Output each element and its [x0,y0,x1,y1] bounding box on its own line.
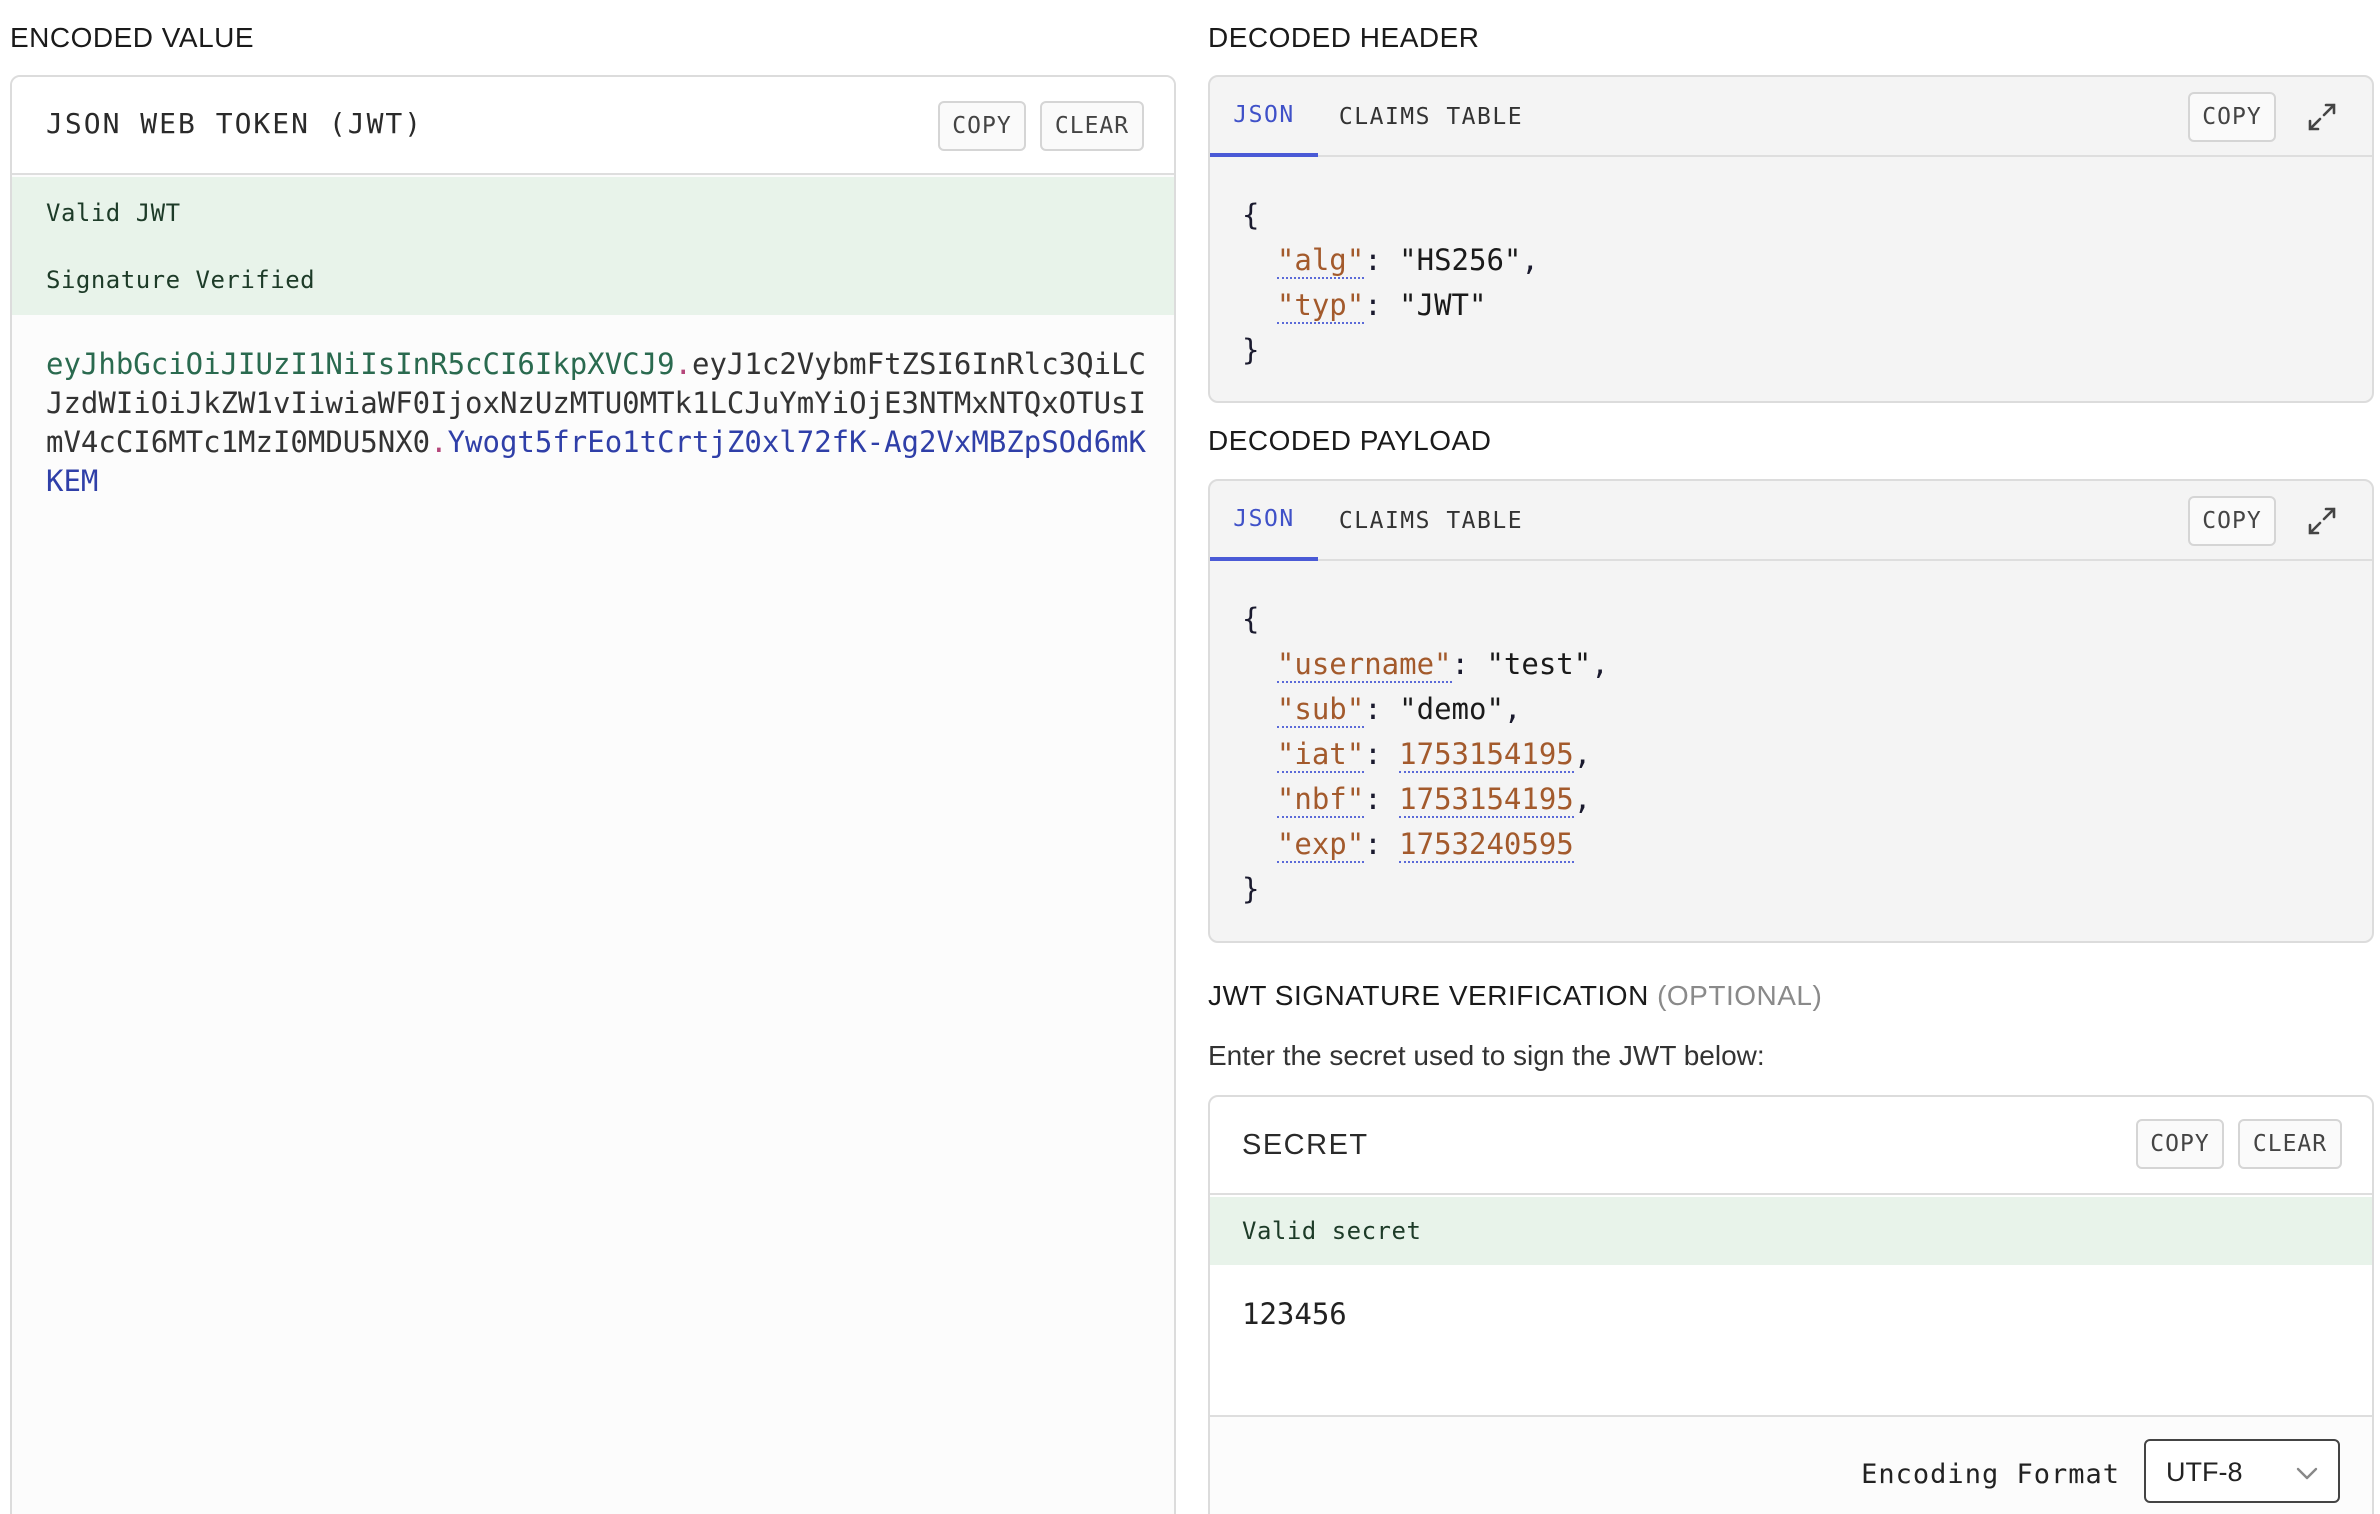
clear-secret-button[interactable]: CLEAR [2238,1119,2342,1169]
header-json-view: { "alg": "HS256", "typ": "JWT" } [1242,193,1539,373]
chevron-down-icon [2296,1467,2318,1480]
header-tab-json[interactable]: JSON [1210,77,1318,157]
json-comma: , [1573,782,1592,816]
expand-icon[interactable] [2304,99,2340,135]
json-colon: : [1364,288,1400,322]
open-brace: { [1242,602,1260,636]
secret-validity-banner: Valid secret [1210,1197,2372,1265]
encoding-row: Encoding Format UTF-8 [1210,1415,2372,1514]
json-key[interactable]: "sub" [1276,692,1365,728]
json-colon: : [1364,827,1400,861]
encoding-format-select[interactable]: UTF-8 [2144,1439,2340,1503]
copy-payload-button[interactable]: COPY [2188,496,2276,546]
json-colon: : [1364,737,1400,771]
json-key[interactable]: "typ" [1276,288,1365,324]
secret-instruction: Enter the secret used to sign the JWT be… [1208,1040,1765,1071]
payload-json-view: { "username": "test", "sub": "demo", "ia… [1242,597,1609,912]
json-key[interactable]: "exp" [1276,827,1365,863]
payload-tabbar: JSON CLAIMS TABLE COPY [1210,481,2372,561]
encoded-jwt-panel: JSON WEB TOKEN (JWT) COPY CLEAR Valid JW… [10,75,1176,1514]
encoded-panel-header: JSON WEB TOKEN (JWT) COPY CLEAR [12,77,1174,175]
payload-tab-claims-table[interactable]: CLAIMS TABLE [1334,481,1528,561]
decoded-header-title: DECODED HEADER [1208,22,1480,53]
expand-icon[interactable] [2304,503,2340,539]
json-key[interactable]: "nbf" [1276,782,1365,818]
json-timestamp-value[interactable]: 1753154195 [1399,782,1574,818]
json-key[interactable]: "iat" [1276,737,1365,773]
signature-verified-text: Signature Verified [46,266,316,294]
signature-verification-title: JWT SIGNATURE VERIFICATION (OPTIONAL) [1208,980,1822,1012]
optional-label: (OPTIONAL) [1657,980,1823,1011]
json-comma: , [1591,647,1609,681]
json-colon: : [1364,243,1400,277]
json-value: "JWT" [1399,288,1487,322]
secret-input[interactable]: 123456 [1242,1297,1347,1331]
copy-header-button[interactable]: COPY [2188,92,2276,142]
json-comma: , [1503,692,1522,726]
decoded-header-panel: JSON CLAIMS TABLE COPY { "alg": "HS256",… [1208,75,2374,403]
json-colon: : [1364,692,1400,726]
header-tab-claims-table[interactable]: CLAIMS TABLE [1334,77,1528,157]
json-comma: , [1521,243,1539,277]
json-timestamp-value[interactable]: 1753240595 [1399,827,1574,863]
close-brace: } [1242,333,1260,367]
json-colon: : [1451,647,1487,681]
encoding-selected-value: UTF-8 [2166,1457,2243,1487]
encoded-value-title: ENCODED VALUE [10,22,255,53]
encoding-format-label: Encoding Format [1861,1459,2120,1490]
token-header-part: eyJhbGciOiJIUzI1NiIsInR5cCI6IkpXVCJ9 [46,347,675,381]
header-tabbar: JSON CLAIMS TABLE COPY [1210,77,2372,157]
copy-secret-button[interactable]: COPY [2136,1119,2224,1169]
json-timestamp-value[interactable]: 1753154195 [1399,737,1574,773]
jwt-token-input[interactable]: eyJhbGciOiJIUzI1NiIsInR5cCI6IkpXVCJ9.eyJ… [46,345,1156,501]
json-colon: : [1364,782,1400,816]
json-key[interactable]: "alg" [1276,243,1365,279]
valid-secret-text: Valid secret [1242,1217,1422,1245]
json-value: "test" [1486,647,1592,681]
copy-jwt-button[interactable]: COPY [938,101,1026,151]
secret-panel-header: SECRET COPY CLEAR [1210,1097,2372,1195]
open-brace: { [1242,198,1260,232]
decoded-payload-title: DECODED PAYLOAD [1208,425,1492,456]
jwt-panel-title: JSON WEB TOKEN (JWT) [46,107,424,140]
secret-panel: SECRET COPY CLEAR Valid secret 123456 En… [1208,1095,2374,1514]
clear-jwt-button[interactable]: CLEAR [1040,101,1144,151]
token-dot: . [674,347,693,381]
secret-panel-title: SECRET [1242,1129,1369,1161]
payload-tab-json[interactable]: JSON [1210,481,1318,561]
json-key[interactable]: "username" [1276,647,1452,683]
close-brace: } [1242,872,1260,906]
jwt-validity-banner: Valid JWT Signature Verified [12,177,1174,315]
decoded-payload-panel: JSON CLAIMS TABLE COPY { "username": "te… [1208,479,2374,943]
json-comma: , [1573,737,1592,771]
verification-title-text: JWT SIGNATURE VERIFICATION [1208,980,1649,1011]
token-dot: . [430,425,448,459]
valid-jwt-text: Valid JWT [46,199,181,227]
json-value: "demo" [1399,692,1504,726]
json-value: "HS256" [1399,243,1522,277]
